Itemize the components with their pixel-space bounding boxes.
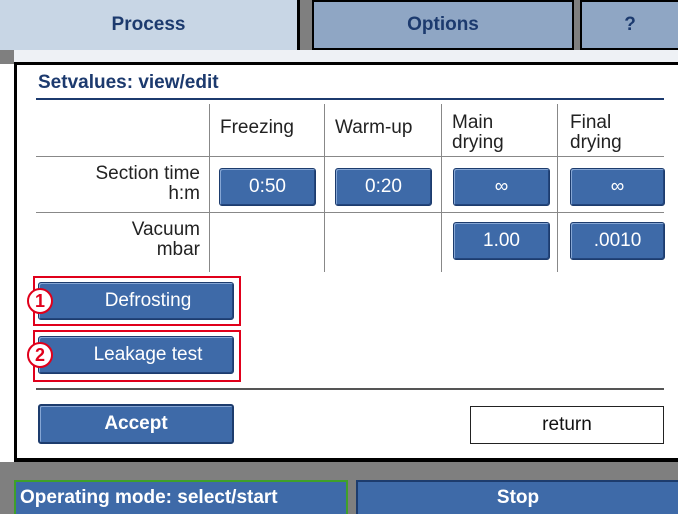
defrosting-label: Defrosting [104,290,192,311]
row-label-vacuum-line2: mbar [156,239,200,260]
column-header-main-drying-line2: drying [452,132,504,153]
vacuum-main-drying-button[interactable]: 1.00 [453,222,550,260]
grid-divider [324,104,325,272]
operating-mode-button[interactable]: Operating mode: select/start [14,480,348,514]
column-header-main-drying: Main drying [452,113,504,153]
callout-marker-2: 2 [27,342,53,368]
defrosting-button[interactable]: Defrosting [38,282,234,320]
title-underline [36,98,664,100]
tab-process[interactable]: Process [0,0,300,50]
dialog-separator [36,388,664,390]
vacuum-final-drying-button[interactable]: .0010 [570,222,665,260]
leakage-test-button[interactable]: Leakage test [38,336,234,374]
column-header-final-drying-line2: drying [570,132,622,153]
section-time-main-drying-button[interactable]: ∞ [453,168,550,206]
grid-divider [36,156,664,157]
callout-marker-1: 1 [27,288,53,314]
row-label-vacuum-line1: Vacuum [131,219,200,240]
grid-divider [209,104,210,272]
column-header-warmup: Warm-up [335,117,413,138]
return-button[interactable]: return [470,406,664,444]
grid-divider [441,104,442,272]
column-header-freezing: Freezing [220,117,294,138]
stop-button[interactable]: Stop [356,480,678,514]
row-label-section-time: Section time h:m [30,164,200,204]
column-header-main-drying-line1: Main [452,112,494,133]
section-time-final-drying-button[interactable]: ∞ [570,168,665,206]
accept-button[interactable]: Accept [38,404,234,444]
row-label-section-time-line2: h:m [168,183,200,204]
section-time-freezing-button[interactable]: 0:50 [219,168,316,206]
tab-help[interactable]: ? [580,0,678,50]
section-time-warmup-button[interactable]: 0:20 [335,168,432,206]
column-header-final-drying-line1: Final [570,112,612,133]
grid-divider [557,104,558,272]
tab-options[interactable]: Options [312,0,574,50]
dialog-title: Setvalues: view/edit [38,72,219,93]
row-label-section-time-line1: Section time [95,163,200,184]
leakage-test-label: Leakage test [93,344,203,365]
column-header-final-drying: Final drying [570,113,622,153]
grid-divider [36,212,664,213]
row-label-vacuum: Vacuum mbar [30,220,200,260]
